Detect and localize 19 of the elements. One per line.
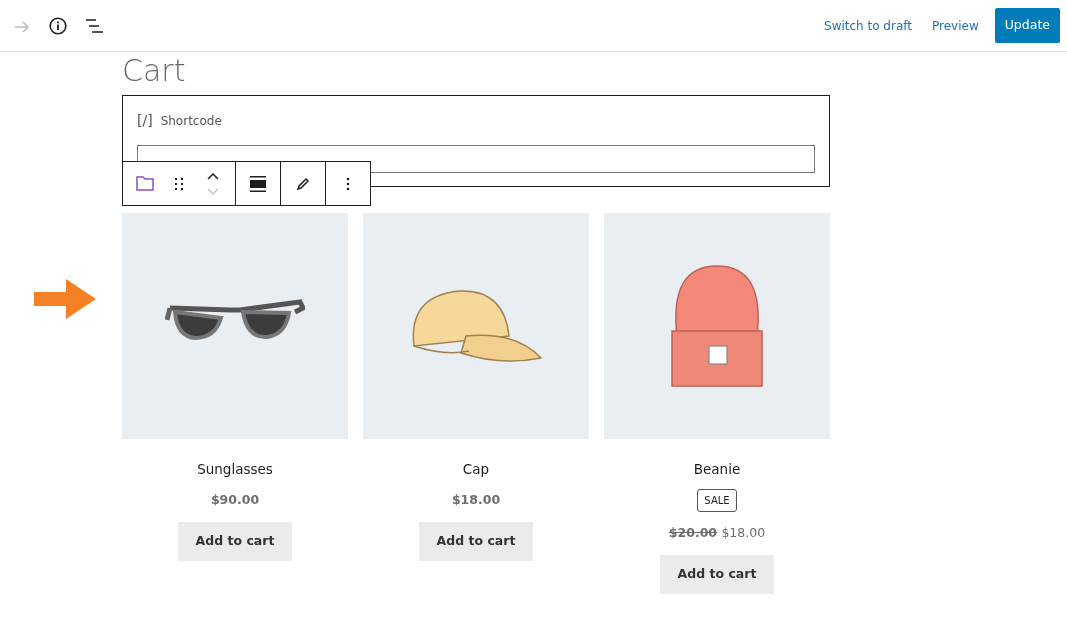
update-button[interactable]: Update	[994, 8, 1060, 43]
shortcode-label: Shortcode	[160, 112, 222, 130]
product-image[interactable]	[122, 213, 348, 439]
sale-price: $18.00	[721, 525, 766, 541]
shortcode-icon: [/]	[137, 110, 153, 131]
sale-tag: SALE	[697, 489, 737, 513]
product-name[interactable]: Cap	[363, 459, 589, 480]
product-name[interactable]: Beanie	[604, 459, 830, 480]
preview-link[interactable]: Preview	[924, 10, 987, 41]
old-price: $20.00	[668, 525, 718, 541]
arrow-icon	[34, 279, 96, 319]
product-name[interactable]: Sunglasses	[122, 459, 348, 480]
product-price: $90.00	[209, 491, 261, 510]
page-title: Cart	[122, 54, 187, 87]
add-to-cart-button[interactable]: Add to cart	[177, 522, 293, 561]
product-price: $18.00	[450, 491, 502, 510]
add-to-cart-button[interactable]: Add to cart	[659, 555, 775, 594]
switch-to-draft-link[interactable]: Switch to draft	[816, 10, 920, 41]
add-to-cart-button[interactable]: Add to cart	[418, 522, 534, 561]
